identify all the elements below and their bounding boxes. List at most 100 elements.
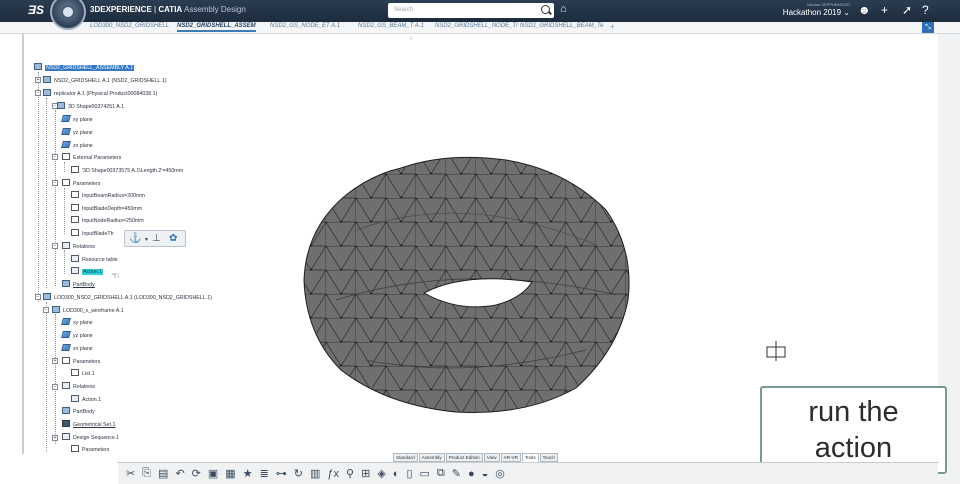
measure-icon[interactable]: ▯ (406, 467, 412, 480)
tree-node-parameters-2[interactable]: Parameters (62, 357, 100, 367)
expand-toggle[interactable]: − (35, 294, 41, 300)
tree-node-node-radius[interactable]: InputNodeRadius=250mm (71, 216, 144, 226)
plane-icon (61, 318, 71, 325)
paste-icon[interactable]: ▤ (158, 467, 168, 480)
pencil-icon[interactable]: ✎ (452, 467, 461, 480)
knowledge-icon[interactable]: ◈ (377, 467, 385, 480)
expand-toggle[interactable]: + (52, 358, 58, 364)
settings-icon[interactable]: ✿ (169, 233, 177, 244)
tab-assembly[interactable]: NSD2_GRIDSHELL_ASSEM (177, 23, 256, 32)
expand-toggle[interactable]: − (43, 307, 49, 313)
tree-node-parameters[interactable]: Parameters (62, 179, 100, 189)
tree-node-lod300[interactable]: LOD300_NSD2_GRIDSHELL A.1 (LOD300_NSD2_G… (43, 293, 212, 303)
expand-toggle[interactable]: − (35, 90, 41, 96)
section-tab-ar-vr[interactable]: AR-VR (500, 453, 521, 462)
tree-node-relations-2[interactable]: Relations (62, 382, 95, 392)
section-tab-touch[interactable]: Touch (539, 453, 558, 462)
save-icon[interactable]: ▣ (208, 467, 218, 480)
tree-node-blade-depth[interactable]: InputBladeDepth=450mm (71, 204, 142, 214)
dropdown-icon[interactable]: ▾ (145, 236, 148, 243)
tree-node-partbody[interactable]: PartBody (62, 280, 95, 290)
expand-toggle[interactable]: + (35, 77, 41, 83)
tree-node-list[interactable]: List.1 (71, 369, 95, 379)
expand-toggle[interactable]: − (52, 154, 58, 160)
section-tab-assembly[interactable]: Assembly (418, 453, 445, 462)
expand-toggle[interactable]: + (52, 435, 58, 441)
favorite-icon[interactable]: ★ (243, 467, 253, 480)
section-tab-view[interactable]: View (483, 453, 500, 462)
expand-toggle[interactable]: − (52, 243, 58, 249)
tree-node-length-parameter[interactable]: '3D Shape00373575 A.1\Length.2'=450mm (71, 166, 183, 176)
tree-node-relations[interactable]: Relations (62, 242, 95, 252)
tree-node-zx-plane-2[interactable]: zx plane (61, 344, 93, 354)
tab-node[interactable]: NSD2_GS_NODE_ET A.1 (270, 23, 340, 29)
relations-icon (62, 382, 70, 389)
list-icon[interactable]: ≣ (260, 467, 269, 480)
tree-node-blade-th[interactable]: InputBladeTh (71, 229, 114, 239)
tree-node-yz-plane[interactable]: yz plane (61, 128, 93, 138)
tree-node-root[interactable]: NSD2_GRIDSHELL_ASSEMBLY A.1 (34, 63, 135, 73)
add-tab-icon[interactable]: + (610, 22, 615, 31)
user-block[interactable]: Nicolas SEPPHEMGOD Hackathon 2019 ⌄ (780, 2, 850, 17)
tree-node-geometrical-set[interactable]: Geometrical Set.1 (62, 420, 115, 430)
tree-node-replicator[interactable]: replicator A.1 (Physical Product00084038… (43, 89, 157, 99)
grid-icon[interactable]: ⊞ (361, 467, 370, 480)
axis-system-icon[interactable]: ⊥ (152, 233, 161, 244)
gauge-icon[interactable]: ◐ (393, 468, 400, 480)
help-icon[interactable]: ? (922, 3, 929, 17)
section-tab-standard[interactable]: Standard (393, 453, 418, 462)
search-input[interactable]: Search (388, 3, 554, 18)
section-tab-product-edition[interactable]: Product Edition (445, 453, 483, 462)
search-icon[interactable] (541, 5, 550, 14)
pin-icon[interactable]: ⚲ (346, 467, 354, 480)
sphere-icon[interactable]: ● (468, 468, 475, 480)
chart-icon[interactable]: ▥ (310, 467, 320, 480)
material-icon[interactable]: ◒ (482, 468, 489, 480)
anchor-icon[interactable]: ⚓ (129, 233, 141, 244)
tree-node-yz-plane-2[interactable]: yz plane (61, 331, 93, 341)
sheet-icon[interactable]: ▭ (420, 467, 430, 480)
tree-node-action[interactable]: Action.1 (71, 267, 104, 277)
tree-node-wireframe[interactable]: LOD300_x_wireframe A.1 (52, 306, 124, 316)
tree-node-parameters-3[interactable]: Parameters (71, 445, 109, 455)
tree-node-gridshell[interactable]: NSD2_GRIDSHELL A.1 (NSD2_GRIDSHELL.1) (43, 76, 167, 86)
tree-node-shape[interactable]: 3D Shape00374251 A.1 (57, 102, 124, 112)
tree-collapse-icon[interactable]: ‹ (410, 36, 416, 46)
expand-toggle[interactable]: − (52, 180, 58, 186)
expand-icon[interactable]: ⤡ (922, 22, 934, 33)
tab-gridshell-node[interactable]: NSD2_GRIDSHELL_NODE_T/ (435, 23, 518, 29)
plus-icon[interactable]: + (881, 3, 888, 17)
update-icon[interactable]: ⟳ (192, 467, 201, 480)
formula-icon[interactable]: ƒx (327, 468, 339, 480)
tree-node-resource-table[interactable]: Resource table (71, 255, 118, 265)
share-icon[interactable]: ➚ (902, 3, 912, 17)
tree-scrollbar[interactable] (22, 34, 24, 454)
tree-node-zx-plane[interactable]: zx plane (61, 141, 93, 151)
tree-node-beam-radius[interactable]: InputBeamRadius=200mm (71, 191, 145, 201)
copy-icon[interactable]: ⎘ (142, 467, 151, 480)
refresh-icon[interactable]: ↻ (294, 467, 303, 480)
render-icon[interactable]: ◎ (495, 467, 505, 480)
tab-gridshell-beam[interactable]: NSD2_GRIDSHELL_BEAM_Te (520, 23, 603, 29)
tree-node-design-sequence[interactable]: Design Sequence.1 (62, 433, 119, 443)
geometrical-set-icon (62, 420, 70, 427)
workspace-selector[interactable]: Hackathon 2019 ⌄ (780, 8, 850, 17)
axis-indicator-icon[interactable] (765, 340, 787, 362)
tree-node-action-2[interactable]: Action.1 (71, 395, 101, 405)
tree-node-external-parameters[interactable]: External Parameters (62, 153, 121, 163)
tag-icon[interactable]: ⌂ (560, 3, 567, 15)
section-tab-tools[interactable]: Tools (521, 453, 539, 462)
avatar[interactable]: ☻ (858, 3, 871, 17)
cut-icon[interactable]: ✂ (126, 467, 135, 480)
tree-node-xy-plane-2[interactable]: xy plane (61, 318, 93, 328)
replicate-icon[interactable]: ⧉ (437, 467, 445, 480)
tab-lod300[interactable]: LOD300_NSD2_GRIDSHELL (90, 23, 169, 29)
tree-node-xy-plane[interactable]: xy plane (61, 115, 93, 125)
gridshell-mesh[interactable] (296, 150, 636, 420)
hierarchy-icon[interactable]: ⊶ (276, 467, 287, 480)
tree-node-partbody-2[interactable]: PartBody (62, 407, 95, 417)
table-icon[interactable]: ▦ (225, 467, 235, 480)
expand-toggle[interactable]: − (52, 384, 58, 390)
tab-beam[interactable]: NSD2_GS_BEAM_T A.1 (358, 23, 424, 29)
undo-icon[interactable]: ↶ (175, 467, 184, 480)
